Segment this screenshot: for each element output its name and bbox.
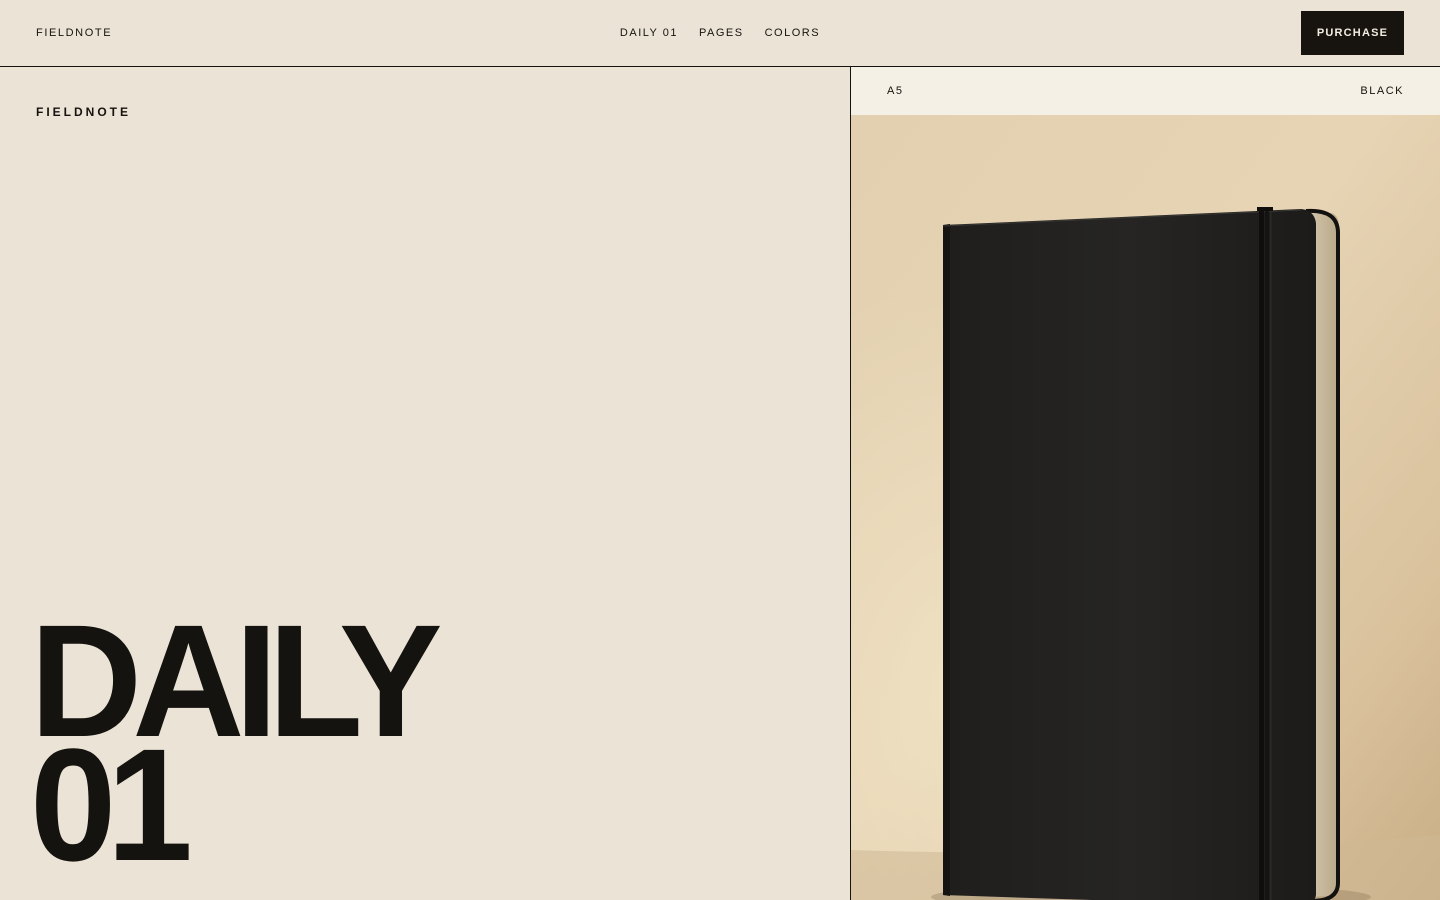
hero-panel: FIELDNOTE DAILY 01 [0, 67, 850, 900]
main-nav: DAILY 01 PAGES COLORS [0, 27, 1440, 39]
brand-logo[interactable]: FIELDNOTE [36, 27, 112, 39]
product-color-label: BLACK [1360, 85, 1404, 97]
product-size-label: A5 [887, 85, 904, 97]
product-spec-bar: A5 BLACK [851, 67, 1440, 115]
top-navigation: FIELDNOTE DAILY 01 PAGES COLORS PURCHASE [0, 0, 1440, 67]
nav-link-pages[interactable]: PAGES [699, 27, 744, 39]
product-panel: A5 BLACK [851, 67, 1440, 900]
nav-link-colors[interactable]: COLORS [765, 27, 820, 39]
hero-eyebrow: FIELDNOTE [36, 105, 131, 119]
hero-title: DAILY 01 [30, 601, 443, 885]
notebook-product-image [851, 115, 1440, 900]
nav-link-daily-01[interactable]: DAILY 01 [620, 27, 678, 39]
purchase-button[interactable]: PURCHASE [1301, 11, 1404, 55]
elastic-band [1259, 209, 1264, 900]
